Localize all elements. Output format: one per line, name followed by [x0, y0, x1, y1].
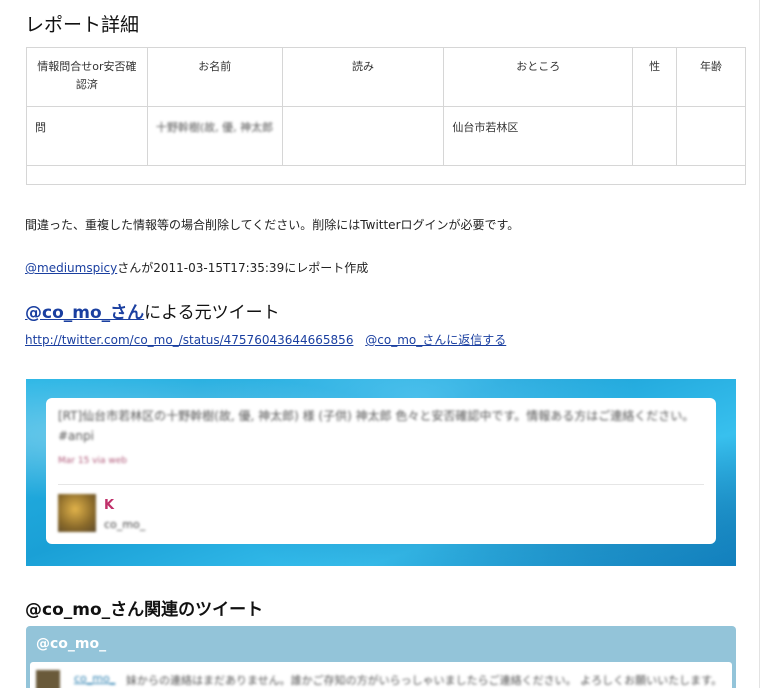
page-right-border: [759, 0, 760, 688]
table-cell: [676, 106, 746, 166]
embedded-tweet-name[interactable]: K: [104, 498, 114, 513]
column-header: おところ: [443, 47, 634, 107]
deletion-note: 間違った、重複した情報等の場合削除してください。削除にはTwitterログインが…: [25, 218, 520, 232]
column-header: 読み: [281, 47, 445, 107]
original-heading-text: による元ツイート: [144, 303, 280, 323]
table-row: 問 十野幹樹(故, 優, 神太郎 仙台市若林区: [26, 106, 746, 166]
reply-link[interactable]: @co_mo_さんに返信する: [365, 333, 506, 347]
related-user-link[interactable]: co_mo_: [74, 672, 115, 685]
list-item: co_mo_ 妹からの連絡はまだありません。誰かご存知の方がいらっしゃいましたら…: [30, 662, 732, 688]
related-tweets-box: @co_mo_ co_mo_ 妹からの連絡はまだありません。誰かご存知の方がいら…: [26, 626, 736, 688]
byline-text: さんが2011-03-15T17:35:39にレポート作成: [117, 261, 369, 275]
table-cell: 十野幹樹(故, 優, 神太郎: [146, 106, 283, 166]
embedded-tweet-card: [RT]仙台市若林区の十野幹樹(故, 優, 神太郎) 様 (子供) 神太郎 色々…: [46, 398, 716, 544]
embedded-tweet-meta[interactable]: Mar 15 via web: [58, 456, 127, 466]
related-tweets-heading: @co_mo_さん関連のツイート: [25, 600, 264, 620]
embedded-tweet-handle[interactable]: co_mo_: [104, 518, 145, 531]
column-header: 性: [632, 47, 678, 107]
column-header: 情報問合せor安否確認済: [26, 47, 148, 107]
table-cell: 問: [26, 106, 148, 166]
related-box-title: @co_mo_: [36, 636, 107, 652]
original-user-link[interactable]: @co_mo_さん: [25, 303, 144, 323]
reporter-link[interactable]: @mediumspicy: [25, 261, 117, 275]
table-cell: [281, 106, 445, 166]
report-byline: @mediumspicyさんが2011-03-15T17:35:39にレポート作…: [25, 259, 368, 276]
table-cell: [26, 165, 746, 185]
embedded-tweet-text: [RT]仙台市若林区の十野幹樹(故, 優, 神太郎) 様 (子供) 神太郎 色々…: [58, 409, 695, 443]
report-table: 情報問合せor安否確認済 お名前 読み おところ 性 年齢 問 十野幹樹(故, …: [26, 47, 746, 185]
tweet-links: http://twitter.com/co_mo_/status/4757604…: [25, 331, 514, 348]
table-header-row: 情報問合せor安否確認済 お名前 読み おところ 性 年齢: [26, 47, 746, 107]
page-title: レポート詳細: [25, 14, 140, 36]
related-tweet-text: 妹からの連絡はまだありません。誰かご存知の方がいらっしゃいましたらご連絡ください…: [126, 674, 723, 687]
column-header: 年齢: [676, 47, 746, 107]
status-url-link[interactable]: http://twitter.com/co_mo_/status/4757604…: [25, 333, 353, 347]
table-empty-row: [26, 165, 746, 185]
embedded-tweet-divider: [58, 484, 704, 485]
related-avatar[interactable]: [36, 670, 60, 688]
column-header: お名前: [146, 47, 283, 107]
original-tweet-heading: @co_mo_さんによる元ツイート: [25, 298, 280, 323]
table-cell: [632, 106, 678, 166]
embedded-tweet-avatar[interactable]: [58, 494, 96, 532]
table-cell: 仙台市若林区: [443, 106, 634, 166]
